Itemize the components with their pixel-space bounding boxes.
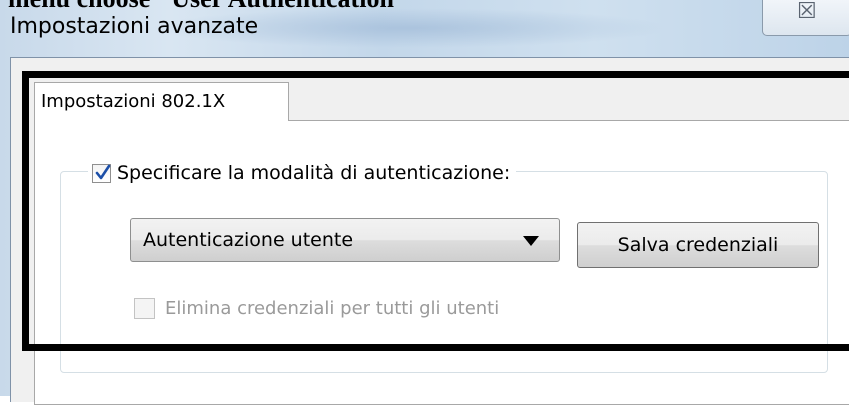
authentication-group-box — [60, 171, 828, 373]
specify-authentication-mode-label[interactable]: Specificare la modalità di autenticazion… — [117, 162, 510, 184]
close-button[interactable]: ☒ — [762, 0, 849, 36]
authentication-group-legend: Specificare la modalità di autenticazion… — [88, 158, 517, 188]
authentication-mode-selected: Autenticazione utente — [143, 229, 354, 251]
tab-802-1x-settings[interactable]: Impostazioni 802.1X — [34, 82, 289, 121]
triangle-down-icon — [523, 236, 539, 246]
specify-authentication-mode-checkbox[interactable] — [92, 163, 111, 183]
close-icon: ☒ — [797, 0, 817, 24]
delete-credentials-all-users-label: Elimina credenziali per tutti gli utenti — [165, 298, 500, 319]
window-title: Impostazioni avanzate — [10, 14, 259, 39]
authentication-mode-dropdown[interactable]: Autenticazione utente — [130, 218, 560, 262]
save-credentials-button[interactable]: Salva credenziali — [577, 222, 819, 268]
caption-text: menu choose "User Authentication" — [8, 0, 408, 14]
delete-credentials-row: Elimina credenziali per tutti gli utenti — [134, 298, 499, 319]
delete-credentials-all-users-checkbox[interactable] — [134, 298, 155, 319]
checkmark-icon — [95, 164, 111, 179]
